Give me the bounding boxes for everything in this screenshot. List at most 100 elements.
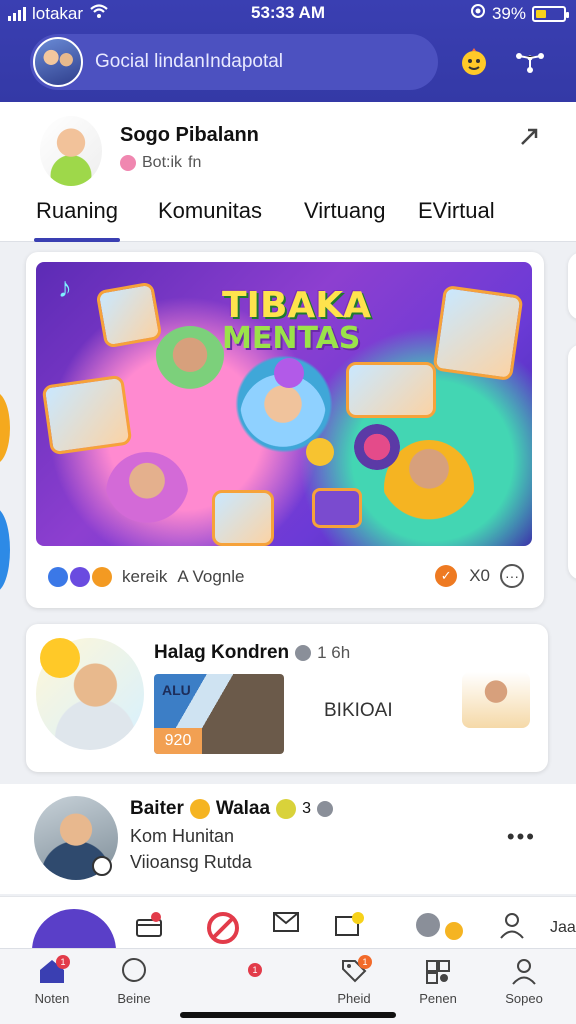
side-card-right-2[interactable] — [568, 344, 576, 580]
side-story-left-1[interactable] — [0, 392, 10, 464]
more-icon[interactable]: ··· — [500, 564, 524, 588]
app-header: lotakar 53:33 AM 39% Gocial lindanIndapo… — [0, 0, 576, 102]
flower-icon — [189, 799, 210, 819]
smile-reaction-icon[interactable] — [92, 567, 112, 587]
side-card-right-1[interactable] — [568, 252, 576, 320]
action-strip: Jaa — [0, 896, 576, 969]
more-options-icon[interactable]: ••• — [507, 824, 536, 850]
online-status-icon — [92, 856, 112, 876]
tab-bar: Ruaning Komunitas Virtuang EVirtual — [0, 194, 576, 242]
post-card-featured[interactable]: TIBAKA MENTAS ♪ kereik A Vognle ✓ X0 ··· — [26, 252, 544, 608]
search-bar[interactable]: Gocial lindanIndapotal — [30, 34, 438, 90]
music-note-icon: ♪ — [58, 272, 72, 303]
emoji-icon[interactable] — [454, 42, 494, 82]
emoji-icon — [276, 799, 297, 819]
user-avatar[interactable] — [33, 37, 83, 87]
nav-home-label: Noten — [34, 991, 70, 1006]
nav-home[interactable]: 1 Noten — [12, 955, 92, 1006]
heart-icon — [306, 438, 334, 466]
post-line-1: Kom Hunitan — [130, 826, 235, 846]
banner-title-line-2: MENTAS — [222, 321, 361, 356]
person-icon — [484, 957, 564, 989]
chat-bubble-icon — [94, 957, 174, 989]
like-reaction-icon[interactable] — [48, 567, 68, 587]
person-figure — [154, 326, 226, 398]
photo-frame — [41, 374, 133, 456]
post-banner-image[interactable]: TIBAKA MENTAS ♪ — [36, 262, 532, 546]
banner-title-line-1: TIBAKA — [222, 285, 372, 326]
nav-grid[interactable]: Penen — [398, 957, 478, 1006]
heart-icon — [274, 358, 304, 388]
post-thumbnail[interactable]: ALU 920 — [154, 674, 284, 754]
post-time: 1 6h — [317, 643, 351, 662]
home-icon: 1 — [12, 955, 92, 989]
nav-tag[interactable]: 1 Pheid — [314, 955, 394, 1006]
profile-sub-icon-label: fn — [188, 154, 202, 171]
globe-icon — [316, 801, 333, 817]
profile-avatar[interactable] — [40, 116, 102, 186]
profile-icon[interactable] — [498, 911, 526, 945]
tag-icon: 1 — [314, 955, 394, 989]
sun-emoji-icon — [40, 638, 80, 678]
nav-chat-label: Beine — [117, 991, 151, 1006]
nav-profile[interactable]: Sopeo — [484, 957, 564, 1006]
thumbnail-caption: ALU — [162, 682, 191, 698]
post-card-compact[interactable]: Halag Kondren 1 6h ALU 920 BIKIOAI — [26, 624, 548, 772]
tab-komunitas[interactable]: Komunitas — [158, 194, 262, 242]
close-icon[interactable] — [518, 126, 540, 155]
camera-icon — [312, 488, 362, 528]
nav-tag-label: Pheid — [337, 991, 371, 1006]
tab-evirtual[interactable]: EVirtual — [418, 194, 495, 242]
profile-sub-label: Bot:ik — [142, 154, 183, 171]
home-indicator[interactable] — [180, 1012, 396, 1018]
nav-camera[interactable]: 1 — [208, 957, 288, 991]
block-icon[interactable] — [206, 911, 240, 951]
profile-subtitle: Bot:ik fn — [120, 154, 201, 172]
post-count: 3 — [302, 800, 311, 817]
battery-percent: 39% — [491, 3, 526, 23]
status-dot-icon — [120, 155, 136, 171]
globe-icon — [295, 645, 312, 661]
reaction-count: X0 — [469, 566, 490, 585]
photo-frame — [346, 362, 436, 418]
post-line-2: Viioansg Rutda — [130, 852, 252, 872]
battery-icon — [532, 5, 569, 22]
sticker-image[interactable] — [462, 672, 530, 728]
thumbnail-badge: 920 — [154, 728, 202, 754]
bottom-navigation: 1 Noten Beine 1 1 Pheid Penen Sopeo — [0, 948, 576, 1024]
reactions-label[interactable]: kereik — [122, 567, 167, 587]
author-name[interactable]: Halag Kondren — [154, 642, 289, 664]
post-card-list[interactable]: Baiter Walaa 3 Kom Hunitan Viioansg Rutd… — [0, 784, 576, 894]
banner-title: TIBAKA MENTAS — [222, 288, 371, 354]
author-name-secondary[interactable]: Walaa — [216, 798, 270, 820]
person-figure — [106, 452, 188, 534]
chat-icon[interactable] — [334, 911, 368, 947]
strip-end-label: Jaa — [550, 919, 576, 936]
share-label[interactable]: A Vognle — [177, 567, 244, 587]
nav-grid-label: Penen — [419, 991, 457, 1006]
mail-icon[interactable] — [272, 911, 300, 939]
search-placeholder[interactable]: Gocial lindanIndapotal — [95, 51, 283, 73]
network-icon[interactable] — [510, 42, 550, 82]
tab-virtuang[interactable]: Virtuang — [304, 194, 386, 242]
nav-chat[interactable]: Beine — [94, 957, 174, 1006]
nav-profile-label: Sopeo — [505, 991, 543, 1006]
camera-icon: 1 — [208, 957, 288, 989]
status-bar: lotakar 53:33 AM 39% — [0, 0, 576, 26]
side-story-left-2[interactable] — [0, 508, 10, 592]
author-name[interactable]: Baiter — [130, 798, 184, 820]
location-icon — [470, 3, 486, 24]
tab-ruaning[interactable]: Ruaning — [34, 194, 120, 242]
heart-reaction-icon[interactable] — [70, 567, 90, 587]
photo-frame — [212, 490, 274, 546]
post-actions: kereik A Vognle ✓ X0 ··· — [48, 564, 524, 590]
post-author: Baiter Walaa 3 — [130, 798, 333, 820]
camera-icon — [354, 424, 400, 470]
reaction-icon[interactable] — [412, 911, 468, 947]
post-side-text: BIKIOAI — [324, 700, 393, 721]
gift-icon[interactable] — [134, 911, 164, 945]
check-icon[interactable]: ✓ — [435, 565, 458, 587]
post-author: Halag Kondren 1 6h — [154, 642, 350, 664]
photo-frame — [95, 281, 163, 349]
grid-icon — [398, 957, 478, 989]
